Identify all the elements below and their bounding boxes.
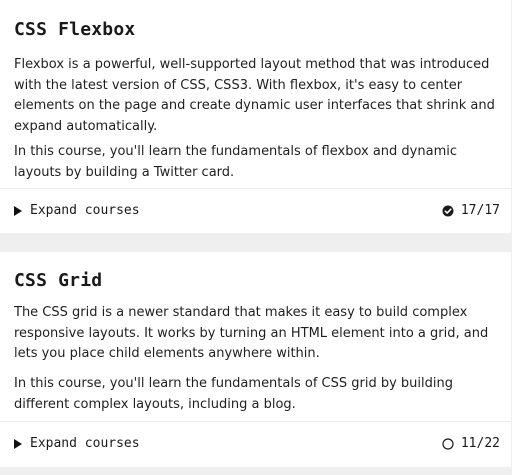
course-card-flexbox: CSS Flexbox Flexbox is a powerful, well-…	[0, 0, 511, 233]
course-card-grid: CSS Grid The CSS grid is a newer standar…	[0, 252, 511, 467]
triangle-right-icon	[14, 206, 22, 216]
expand-courses-label: Expand courses	[30, 203, 140, 218]
expand-courses-button[interactable]: Expand courses	[14, 435, 140, 453]
course-progress: 17/17	[442, 202, 500, 220]
course-description: The CSS grid is a newer standard that ma…	[14, 305, 489, 361]
check-circle-icon	[442, 205, 454, 217]
card-divider	[0, 188, 511, 189]
course-title: CSS Flexbox	[14, 19, 136, 40]
course-description: In this course, you'll learn the fundame…	[14, 376, 453, 412]
progress-count: 17/17	[460, 203, 500, 218]
empty-circle-icon	[442, 438, 454, 450]
expand-courses-button[interactable]: Expand courses	[14, 202, 140, 220]
course-title: CSS Grid	[14, 270, 103, 291]
expand-courses-label: Expand courses	[30, 436, 140, 451]
course-description: In this course, you'll learn the fundame…	[14, 144, 457, 180]
course-progress: 11/22	[442, 435, 500, 453]
progress-count: 11/22	[460, 436, 500, 451]
card-divider	[0, 421, 511, 422]
course-description: Flexbox is a powerful, well-supported la…	[14, 57, 495, 134]
triangle-right-icon	[14, 439, 22, 449]
